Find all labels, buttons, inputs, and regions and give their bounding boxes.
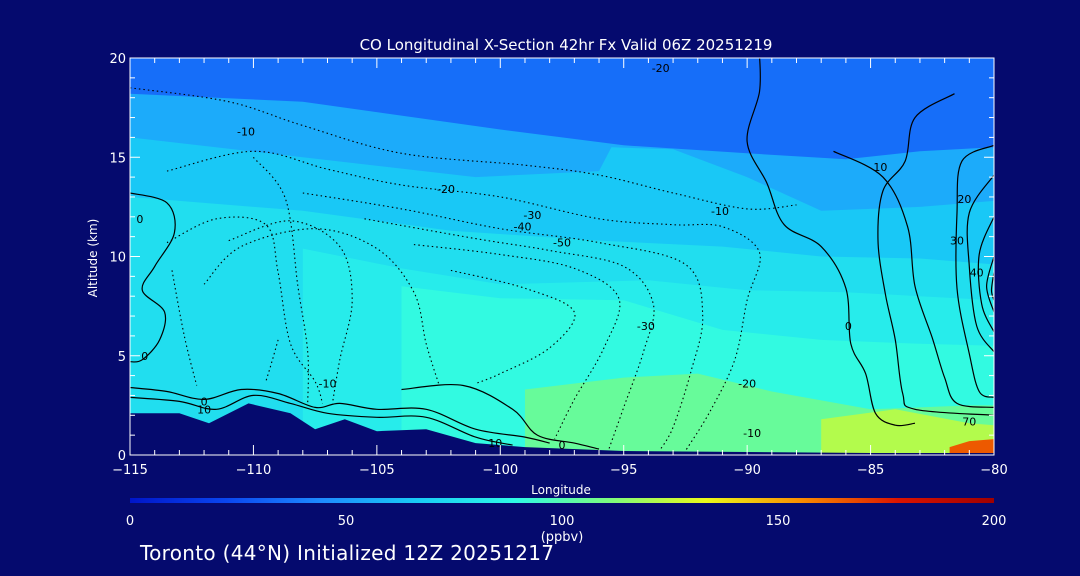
colorbar-tick-label: 50 — [338, 514, 355, 529]
contour-label: -30 — [637, 320, 655, 333]
x-tick-label: −110 — [236, 463, 272, 478]
contour-label: -20 — [652, 62, 670, 75]
contour-label: -50 — [553, 237, 571, 250]
colorbar-ticks: 0 50 100 150 200 — [126, 514, 1007, 529]
y-tick-label: 0 — [118, 449, 126, 464]
contour-label: -20 — [437, 183, 455, 196]
x-axis-label: Longitude — [531, 483, 591, 497]
contour-label: 0 — [845, 320, 852, 333]
contour-label: -10 — [711, 205, 729, 218]
plot-area: -10-20-30-40-50-30-20-10-10-10-200001010… — [130, 58, 994, 455]
y-tick-label: 5 — [118, 350, 126, 365]
colorbar-tick-label: 0 — [126, 514, 134, 529]
x-tick-label: −100 — [482, 463, 518, 478]
x-tick-label: −85 — [857, 463, 884, 478]
y-tick-label: 15 — [109, 151, 126, 166]
contour-label: 70 — [962, 415, 976, 428]
contour-label: 0 — [559, 439, 566, 452]
contour-label: 10 — [197, 403, 211, 416]
x-tick-label: −90 — [733, 463, 760, 478]
contour-label: -10 — [743, 427, 761, 440]
x-tick-label: −95 — [610, 463, 637, 478]
chart-title: CO Longitudinal X-Section 42hr Fx Valid … — [360, 36, 773, 54]
contour-label: -20 — [738, 378, 756, 391]
contour-label: 20 — [957, 193, 971, 206]
colorbar-tick-label: 150 — [766, 514, 791, 529]
contour-label: -40 — [514, 221, 532, 234]
contour-label: 0 — [141, 350, 148, 363]
x-tick-label: −115 — [112, 463, 148, 478]
y-tick-label: 20 — [109, 52, 126, 67]
x-tick-label: −80 — [980, 463, 1007, 478]
footer-caption: Toronto (44°N) Initialized 12Z 20251217 — [140, 541, 555, 565]
colorbar — [130, 498, 994, 503]
y-axis-label: Altitude (km) — [86, 219, 100, 298]
contour-label: -10 — [319, 378, 337, 391]
y-tick-label: 10 — [109, 251, 126, 266]
x-tick-label: −105 — [359, 463, 395, 478]
colorbar-tick-label: 100 — [550, 514, 575, 529]
contour-label: 40 — [970, 266, 984, 279]
chart: CO Longitudinal X-Section 42hr Fx Valid … — [86, 36, 1008, 545]
colorbar-tick-label: 200 — [982, 514, 1007, 529]
contour-label: 30 — [950, 235, 964, 248]
contour-label: 0 — [136, 213, 143, 226]
contour-label: -10 — [237, 125, 255, 138]
contour-label: 10 — [873, 161, 887, 174]
